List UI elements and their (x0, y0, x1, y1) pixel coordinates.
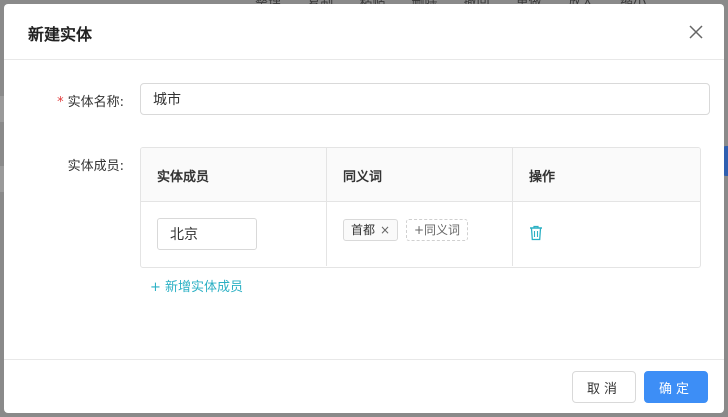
new-entity-dialog: 新建实体 *实体名称: 实体成员: 实体成员 同义词 操作 (4, 4, 724, 413)
dialog-header: 新建实体 (4, 4, 724, 60)
add-synonym-button[interactable]: +同义词 (406, 219, 469, 241)
member-cell (141, 202, 327, 266)
header-cell-synonyms: 同义词 (327, 148, 513, 201)
header-synonyms: 同义词 (343, 170, 383, 185)
table-header: 实体成员 同义词 操作 (141, 148, 700, 202)
cancel-button[interactable]: 取消 (572, 371, 636, 403)
trash-icon[interactable] (529, 225, 543, 241)
entity-name-input[interactable] (140, 83, 710, 115)
required-mark: * (57, 95, 64, 110)
member-input[interactable] (157, 218, 257, 250)
entity-members-label: 实体成员: (67, 159, 124, 174)
header-cell-member: 实体成员 (141, 148, 327, 201)
tag-close-icon[interactable]: × (380, 224, 390, 236)
confirm-button[interactable]: 确定 (644, 371, 708, 403)
synonym-tag: 首都 × (343, 219, 399, 241)
header-actions: 操作 (529, 170, 556, 185)
header-member: 实体成员 (157, 170, 210, 185)
actions-cell (513, 202, 700, 266)
synonyms-cell: 首都 × +同义词 (327, 202, 513, 266)
dialog-footer: 取消 确定 (4, 359, 724, 413)
close-icon[interactable] (684, 20, 708, 44)
entity-name-label-text: 实体名称: (67, 95, 124, 110)
dialog-title: 新建实体 (28, 25, 93, 44)
entity-name-label: * 实体名称: (24, 91, 124, 110)
add-member-link[interactable]: + 新增实体成员 (150, 276, 243, 295)
table-row: 首都 × +同义词 (141, 202, 700, 266)
synonym-tag-label: 首都 (351, 223, 376, 237)
entity-members-table: 实体成员 同义词 操作 首都 × +同义词 (140, 147, 701, 268)
header-cell-actions: 操作 (513, 148, 700, 201)
